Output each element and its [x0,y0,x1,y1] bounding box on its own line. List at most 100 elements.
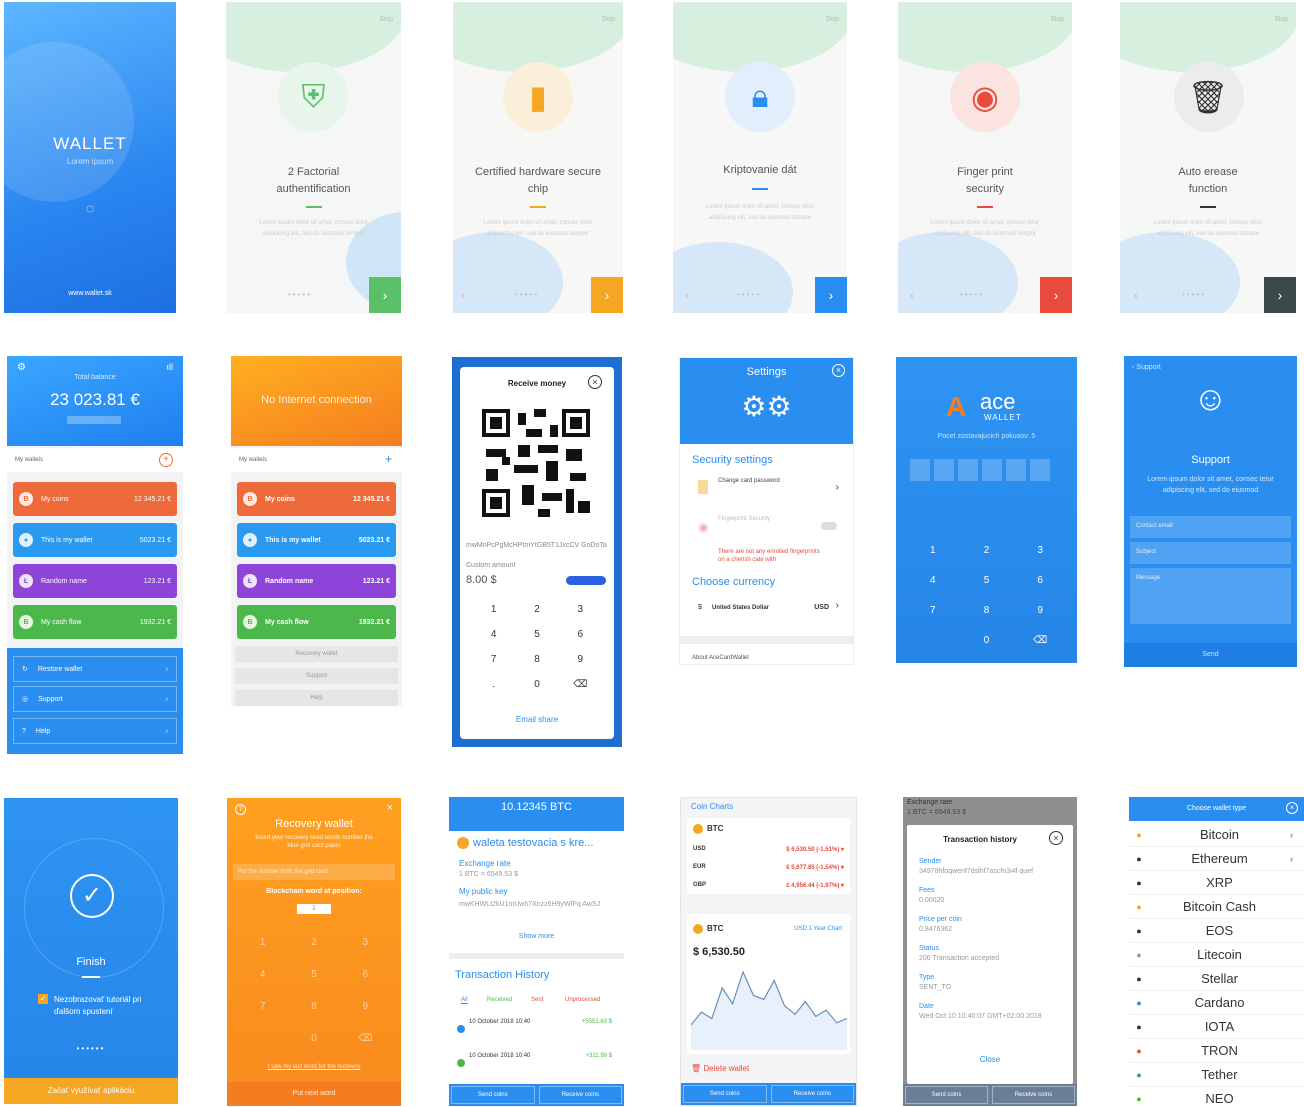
send-button[interactable]: Send [1124,643,1297,667]
message-field[interactable]: Message [1130,568,1291,624]
coin-row[interactable]: ● Ethereum › [1129,847,1304,871]
help-item[interactable]: ? Help › [13,718,177,744]
next-button[interactable]: › [369,277,401,313]
support-item[interactable]: ◎ Support › [13,686,177,712]
add-wallet-icon[interactable]: + [159,453,173,467]
tx-date[interactable]: 10 October 2018 10:40 [469,1019,530,1025]
skip-link[interactable]: Skip [1274,16,1288,23]
next-button[interactable]: › [1264,277,1296,313]
receive-coins-button[interactable]: Receive coins [992,1086,1075,1104]
about-link[interactable]: About AceCardWallet [692,655,749,661]
wallet-card[interactable]: ● This is my wallet 5023.21 € [237,523,396,557]
show-more-link[interactable]: Show more [449,933,624,940]
next-button[interactable]: › [815,277,847,313]
key[interactable]: 9 [1013,595,1067,625]
tab-unprocessed[interactable]: Unprocessed [565,997,600,1003]
key[interactable]: 5 [288,958,339,990]
close-icon[interactable]: × [832,364,845,377]
chevron-right-icon[interactable]: › [836,600,839,611]
key[interactable]: 9 [559,647,602,672]
coin-row[interactable]: ● Stellar [1129,967,1304,991]
fingerprint-toggle[interactable] [821,522,837,530]
close-button[interactable]: Close [903,1055,1077,1064]
key[interactable]: 9 [340,990,391,1022]
key[interactable]: 0 [960,625,1014,655]
close-icon[interactable]: × [588,375,602,389]
key[interactable]: 7 [237,990,288,1022]
back-arrow-icon[interactable]: ‹ [685,288,689,302]
skip-link[interactable]: Skip [379,16,393,23]
key[interactable]: 2 [288,926,339,958]
coin-row[interactable]: ● Bitcoin Cash [1129,895,1304,919]
close-icon[interactable]: × [1049,831,1063,845]
last-word-link[interactable]: I saw my last word for the recovery [227,1064,401,1070]
currency-code[interactable]: USD [814,604,829,611]
grid-number-input[interactable]: Put the number from the grid card [233,864,395,880]
subject-field[interactable]: Subject [1130,542,1291,564]
coin-row[interactable]: ● EOS [1129,919,1304,943]
key[interactable]: 7 [472,647,515,672]
receive-coins-button[interactable]: Receive coins [770,1085,854,1103]
key[interactable]: 4 [472,622,515,647]
contact-email-field[interactable]: Contact email [1130,516,1291,538]
key[interactable]: 0 [288,1022,339,1054]
coin-row[interactable]: ● NEO [1129,1087,1304,1107]
skip-link[interactable]: Skip [825,16,839,23]
back-arrow-icon[interactable]: ‹ [1134,288,1138,302]
key[interactable]: 6 [1013,565,1067,595]
key[interactable]: . [472,672,515,697]
backspace-key[interactable]: ⌫ [340,1022,391,1054]
close-icon[interactable]: × [1286,802,1298,814]
chevron-right-icon[interactable]: › [836,482,839,493]
wallet-card[interactable]: B My cash flow 1932.21 € [237,605,396,639]
key[interactable]: 2 [515,597,558,622]
backspace-key[interactable]: ⌫ [559,672,602,697]
skip-link[interactable]: Skip [601,16,615,23]
key[interactable]: 1 [237,926,288,958]
back-link[interactable]: ‹ Support [1132,364,1161,371]
key[interactable]: 4 [237,958,288,990]
splash-url[interactable]: www.wallet.sk [4,290,176,297]
key[interactable]: 3 [559,597,602,622]
chart-label[interactable]: USD 1 Year Chart [794,926,842,932]
tx-date[interactable]: 10 October 2018 10:40 [469,1053,530,1059]
key[interactable]: 0 [515,672,558,697]
tab-sent[interactable]: Sent [531,997,543,1003]
change-password-item[interactable]: Change card password [718,478,780,484]
coin-row[interactable]: ● Litecoin [1129,943,1304,967]
key[interactable]: 6 [559,622,602,647]
wallet-card[interactable]: ● This is my wallet 5023.21 € [13,523,177,557]
send-coins-button[interactable]: Send coins [451,1086,535,1104]
key[interactable]: 1 [472,597,515,622]
key[interactable]: 8 [960,595,1014,625]
add-wallet-icon[interactable]: + [385,452,392,466]
back-arrow-icon[interactable]: ‹ [910,288,914,302]
wallet-card[interactable]: Ł Random name 123.21 € [13,564,177,598]
recovery-wallet-item[interactable]: Recovery wallet [235,646,398,662]
next-word-button[interactable]: Put next word [227,1082,401,1106]
restore-wallet-item[interactable]: ↻ Restore wallet › [13,656,177,682]
coin-row[interactable]: ● Cardano [1129,991,1304,1015]
next-button[interactable]: › [591,277,623,313]
close-icon[interactable]: × [387,802,393,814]
coin-row[interactable]: ● IOTA [1129,1015,1304,1039]
wallet-card[interactable]: B My coins 12 345.21 € [237,482,396,516]
key[interactable]: 4 [906,565,960,595]
support-item[interactable]: Support [235,668,398,684]
coin-row[interactable]: ● TRON [1129,1039,1304,1063]
send-coins-button[interactable]: Send coins [905,1086,988,1104]
wallet-card[interactable]: B My coins 12 345.21 € [13,482,177,516]
key[interactable]: 2 [960,535,1014,565]
wallet-card[interactable]: Ł Random name 123.21 € [237,564,396,598]
delete-wallet-button[interactable]: 🗑︎ Delete wallet [691,1064,749,1073]
send-coins-button[interactable]: Send coins [683,1085,767,1103]
skip-link[interactable]: Skip [1050,16,1064,23]
currency-toggle[interactable] [566,576,606,585]
key[interactable]: 3 [1013,535,1067,565]
gear-icon[interactable]: ⚙ [17,362,26,373]
coin-row[interactable]: ● Bitcoin › [1129,823,1304,847]
email-share-button[interactable]: Email share [452,715,622,724]
key[interactable]: 1 [906,535,960,565]
coin-row[interactable]: ● Tether [1129,1063,1304,1087]
key[interactable]: 5 [960,565,1014,595]
